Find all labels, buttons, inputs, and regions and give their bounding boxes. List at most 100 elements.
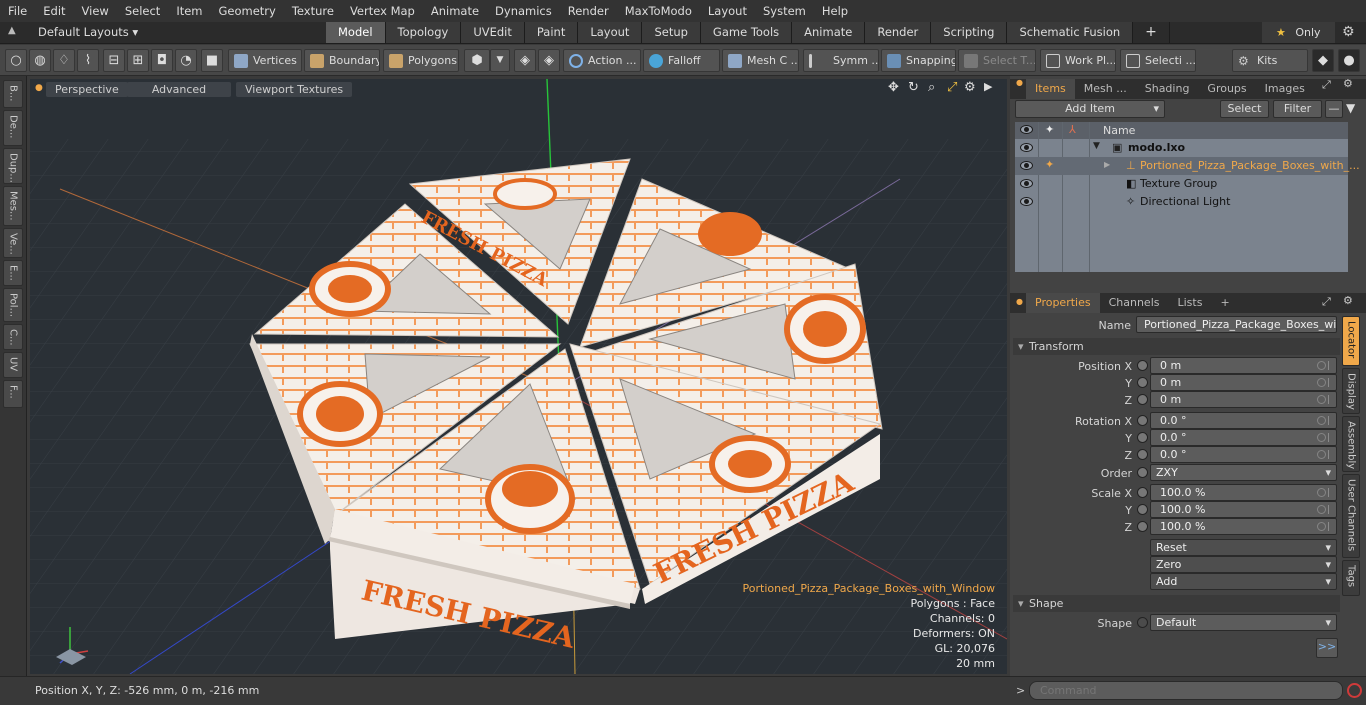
symmetry-button[interactable]: Symm ... <box>803 49 879 72</box>
order-radio[interactable] <box>1137 467 1148 478</box>
left-tab-deform[interactable]: De... <box>3 110 23 146</box>
order-dropdown[interactable]: ZXY <box>1150 464 1337 481</box>
scale-x-field[interactable]: 100.0 % <box>1150 484 1337 501</box>
left-tab-mesh-edit[interactable]: Mes... <box>3 186 23 226</box>
left-tab-uv[interactable]: UV <box>3 352 23 378</box>
properties-menu-dot-icon[interactable]: ● <box>1016 297 1023 306</box>
list-item[interactable]: ◧ Texture Group <box>1015 175 1348 193</box>
tab-model[interactable]: Model <box>326 22 386 43</box>
left-tab-basic[interactable]: B... <box>3 80 23 108</box>
add-tab-button[interactable]: + <box>1133 22 1170 43</box>
visibility-eye-icon[interactable] <box>1020 143 1033 152</box>
tab-paint[interactable]: Paint <box>524 22 579 43</box>
side-tab-display[interactable]: Display <box>1342 368 1360 414</box>
properties-settings-icon[interactable]: ⚙ <box>1343 294 1353 307</box>
scale-z-radio[interactable] <box>1137 521 1148 532</box>
menu-geometry[interactable]: Geometry <box>211 0 284 22</box>
advanced-dropdown[interactable]: Advanced <box>127 82 231 97</box>
transform-section[interactable]: Transform <box>1013 338 1340 355</box>
collapse-icon[interactable]: — <box>1325 100 1343 118</box>
menu-render[interactable]: Render <box>560 0 617 22</box>
layout-preset-dropdown[interactable]: Default Layouts ▾ <box>38 25 138 39</box>
position-x-field[interactable]: 0 m <box>1150 357 1337 374</box>
select-button[interactable]: Select <box>1220 100 1269 118</box>
tab-topology[interactable]: Topology <box>385 22 462 43</box>
position-y-field[interactable]: 0 m <box>1150 374 1337 391</box>
visibility-eye-icon[interactable] <box>1020 179 1033 188</box>
maximize-icon[interactable]: ⤢ <box>947 80 957 95</box>
tab-lists[interactable]: Lists <box>1169 293 1212 313</box>
scale-z-field[interactable]: 100.0 % <box>1150 518 1337 535</box>
expand-arrow-icon[interactable]: ▶ <box>1104 160 1110 169</box>
scale-y-field[interactable]: 100.0 % <box>1150 501 1337 518</box>
add-item-dropdown[interactable]: Add Item ▾ <box>1015 100 1165 118</box>
tab-scripting[interactable]: Scripting <box>931 22 1008 43</box>
kits-button[interactable]: ⚙ Kits <box>1232 49 1308 72</box>
rotation-z-radio[interactable] <box>1137 449 1148 460</box>
tab-properties[interactable]: Properties <box>1026 293 1100 313</box>
menu-edit[interactable]: Edit <box>35 0 73 22</box>
record-icon[interactable] <box>1347 683 1362 698</box>
funnel-icon[interactable]: ▼ <box>1346 101 1355 115</box>
list-item[interactable]: ✧ Directional Light <box>1015 193 1348 211</box>
circle-select-icon[interactable]: ○ <box>5 49 27 72</box>
tab-animate[interactable]: Animate <box>792 22 866 43</box>
brush-icon[interactable]: ⌇ <box>77 49 99 72</box>
boundary-button[interactable]: Boundary <box>304 49 380 72</box>
menu-help[interactable]: Help <box>814 0 856 22</box>
tab-channels[interactable]: Channels <box>1100 293 1169 313</box>
menu-layout[interactable]: Layout <box>700 0 755 22</box>
symmetry-shield-icon[interactable]: ◈ <box>514 49 536 72</box>
position-x-radio[interactable] <box>1137 360 1148 371</box>
reset-dropdown[interactable]: Reset <box>1150 539 1337 556</box>
tab-render[interactable]: Render <box>865 22 932 43</box>
left-tab-duplicate[interactable]: Dup... <box>3 148 23 184</box>
items-settings-icon[interactable]: ⚙ <box>1343 77 1353 90</box>
items-maximize-icon[interactable]: ⤢ <box>1322 78 1331 92</box>
action-button[interactable]: Action ... <box>563 49 641 72</box>
rotation-x-radio[interactable] <box>1137 415 1148 426</box>
side-tab-assembly[interactable]: Assembly <box>1342 416 1360 472</box>
unreal-icon[interactable]: ● <box>1338 49 1360 72</box>
name-column-header[interactable]: Name <box>1103 124 1135 137</box>
properties-maximize-icon[interactable]: ⤢ <box>1322 295 1331 309</box>
menu-texture[interactable]: Texture <box>284 0 342 22</box>
rotate-view-icon[interactable]: ↻ <box>908 80 919 95</box>
left-tab-edge[interactable]: E... <box>3 260 23 286</box>
layout-arrow-icon[interactable]: ▲ <box>8 25 16 36</box>
tab-game-tools[interactable]: Game Tools <box>700 22 793 43</box>
shape-dropdown[interactable]: Default <box>1150 614 1337 631</box>
viewport-menu-dot-icon[interactable]: ● <box>35 83 43 93</box>
visibility-eye-icon[interactable] <box>1020 197 1033 206</box>
globe-icon[interactable]: ◍ <box>29 49 51 72</box>
left-tab-curve[interactable]: C... <box>3 324 23 350</box>
perspective-dropdown[interactable]: Perspective <box>46 82 128 97</box>
rotation-z-field[interactable]: 0.0 ° <box>1150 446 1337 463</box>
expand-arrow-icon[interactable]: ▼ <box>1093 141 1100 151</box>
zero-dropdown[interactable]: Zero <box>1150 556 1337 573</box>
selection-sets-button[interactable]: Selecti ... <box>1120 49 1196 72</box>
tab-groups[interactable]: Groups <box>1198 79 1255 99</box>
menu-maxtomodo[interactable]: MaxToModo <box>617 0 700 22</box>
vertices-button[interactable]: Vertices <box>228 49 302 72</box>
left-tab-fusion[interactable]: F... <box>3 380 23 408</box>
tab-items[interactable]: Items <box>1026 79 1075 99</box>
viewport-settings-icon[interactable]: ⚙ <box>964 80 976 95</box>
gear-icon[interactable]: ⚙ <box>1342 24 1355 40</box>
scale-x-radio[interactable] <box>1137 487 1148 498</box>
tab-images[interactable]: Images <box>1256 79 1314 99</box>
polygons-button[interactable]: Polygons <box>383 49 459 72</box>
tab-layout[interactable]: Layout <box>578 22 643 43</box>
command-input[interactable] <box>1029 681 1343 700</box>
left-tab-vertex[interactable]: Ve... <box>3 228 23 258</box>
rotation-y-field[interactable]: 0.0 ° <box>1150 429 1337 446</box>
viewport-textures-dropdown[interactable]: Viewport Textures <box>236 82 353 97</box>
transform-icon[interactable]: ⊞ <box>127 49 149 72</box>
select-through-button[interactable]: Select T... <box>958 49 1036 72</box>
list-item[interactable]: ▼ ▣ modo.lxo <box>1015 139 1348 157</box>
zoom-icon[interactable]: ⌕ <box>928 80 935 95</box>
name-field[interactable]: Portioned_Pizza_Package_Boxes_with_ <box>1136 316 1337 333</box>
3d-viewport[interactable]: FRESH PIZZA FRESH PIZZA FRESH PIZZA ● Pe… <box>30 79 1007 674</box>
work-plane-button[interactable]: Work Pl... <box>1040 49 1116 72</box>
tab-mesh[interactable]: Mesh ... <box>1075 79 1136 99</box>
